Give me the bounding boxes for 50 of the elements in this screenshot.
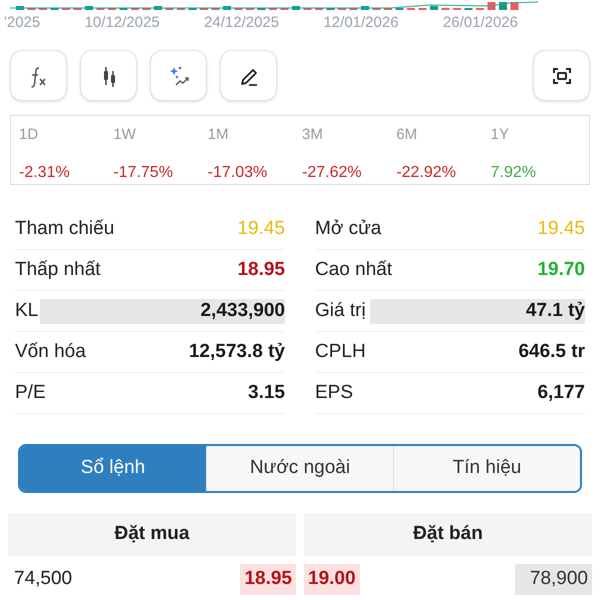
axis-date: 12/01/2026 <box>323 12 399 33</box>
fullscreen-button[interactable] <box>533 50 590 101</box>
period-label: 3M <box>302 125 324 145</box>
stat-label: Vốn hóa <box>15 340 86 364</box>
stat-label: CPLH <box>315 340 366 364</box>
stat-value: 18.95 <box>237 258 285 282</box>
stat-value: 19.45 <box>237 216 285 241</box>
axis-date: 26/01/2026 <box>442 12 518 33</box>
stat-label: KL <box>15 298 38 323</box>
stat-value: 19.70 <box>537 258 585 282</box>
ask-volume: 78,900 <box>515 564 592 595</box>
change-value: -22.92% <box>396 162 457 182</box>
ask-price: 19.00 <box>304 564 360 595</box>
tab[interactable]: Nước ngoài <box>206 446 393 491</box>
formula-button[interactable] <box>10 50 67 101</box>
stat-value: 646.5 tr <box>518 340 585 364</box>
stat-label: Mở cửa <box>315 216 382 241</box>
stat-label: EPS <box>315 380 354 405</box>
change-value: 7.92% <box>490 162 538 182</box>
period-label: 1D <box>19 125 40 145</box>
tab[interactable]: Tín hiệu <box>393 446 580 491</box>
stat-value: 6,177 <box>537 380 585 405</box>
change-value: -17.75% <box>113 162 174 182</box>
column-header: Đặt mua <box>8 513 296 556</box>
period-label: 1M <box>208 125 230 145</box>
axis-date: 10/12/2025 <box>84 12 160 33</box>
period-label: 1W <box>113 125 137 145</box>
axis-date: 24/12/2025 <box>204 12 280 33</box>
stat-value: 12,573.8 tỷ <box>188 340 285 364</box>
stat-value: 47.1 tỷ <box>526 298 585 323</box>
axis-date: '2025 <box>4 12 40 33</box>
stat-value: 19.45 <box>537 216 585 241</box>
change-value: -17.03% <box>208 162 268 182</box>
column-header: Đặt bán <box>304 513 592 556</box>
stat-label: Thấp nhất <box>15 258 101 282</box>
period-label: 1Y <box>490 125 510 145</box>
stat-label: Cao nhất <box>315 258 392 282</box>
change-value: -27.62% <box>302 162 363 182</box>
stat-label: Tham chiếu <box>15 216 114 241</box>
stat-label: P/E <box>15 380 46 405</box>
change-value: -2.31% <box>19 162 71 182</box>
stat-value: 2,433,900 <box>200 298 285 323</box>
pencil-button[interactable] <box>220 50 277 101</box>
stat-value: 3.15 <box>248 380 285 405</box>
period-label: 6M <box>396 125 418 145</box>
bid-price: 18.95 <box>240 564 296 595</box>
bid-volume: 74,500 <box>13 567 72 592</box>
tab[interactable]: Sổ lệnh <box>20 446 206 491</box>
candlestick-button[interactable] <box>80 50 137 101</box>
stat-label: Giá trị <box>315 298 366 323</box>
